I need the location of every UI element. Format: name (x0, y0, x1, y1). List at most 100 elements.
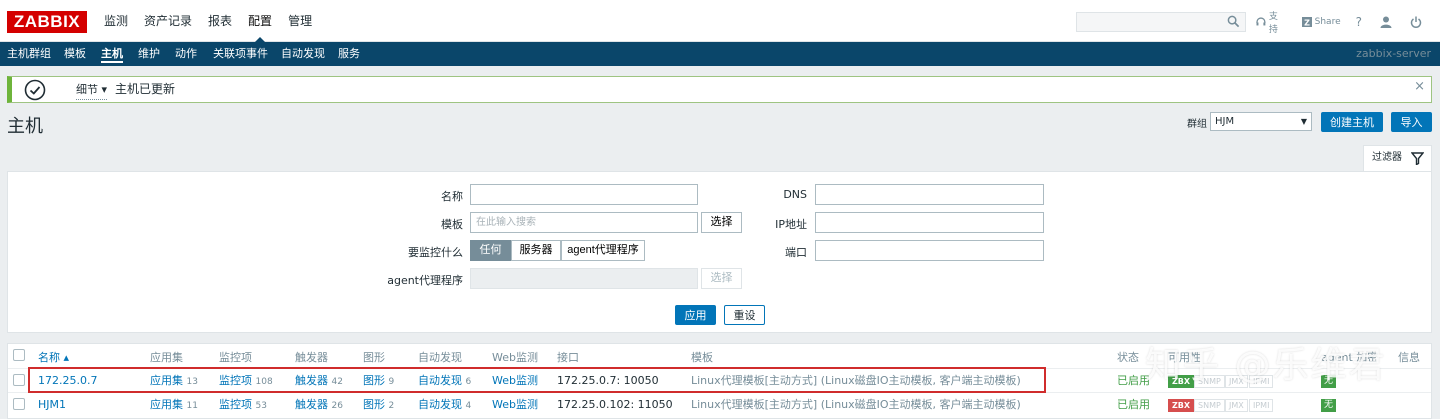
header-status: 状态 (1117, 351, 1139, 364)
header-items: 监控项 (219, 351, 252, 364)
ip-field[interactable] (815, 212, 1044, 233)
close-icon[interactable]: × (1414, 77, 1425, 97)
create-host-button[interactable]: 创建主机 (1321, 112, 1383, 132)
proxy-label: agent代理程序 (387, 274, 463, 287)
header-discovery: 自动发现 (418, 351, 462, 364)
zbx-availability-badge: ZBX (1168, 399, 1195, 412)
template-label: 模板 (441, 218, 463, 231)
menu-monitoring[interactable]: 监测 (96, 0, 136, 42)
watermark: 知乎 @乐维君 (1145, 345, 1387, 386)
monitored-by-proxy[interactable]: agent代理程序 (561, 240, 645, 261)
web-link[interactable]: Web监测 (492, 393, 538, 416)
apply-button[interactable]: 应用 (675, 305, 716, 325)
power-icon[interactable] (1410, 16, 1422, 28)
submenu-hosts[interactable]: 主机 (101, 42, 123, 66)
header-graphs: 图形 (363, 351, 385, 364)
menu-inventory[interactable]: 资产记录 (136, 0, 200, 42)
port-label: 端口 (785, 246, 807, 259)
help-icon[interactable]: ? (1356, 15, 1362, 29)
items-count: 53 (255, 401, 267, 411)
select-all-checkbox[interactable] (13, 349, 25, 361)
main-menu: 监测 资产记录 报表 配置 管理 (96, 0, 320, 43)
discovery-link[interactable]: 自动发现 (418, 398, 462, 411)
row-checkbox[interactable] (13, 398, 25, 410)
submenu-correlation[interactable]: 关联项事件 (213, 42, 268, 66)
group-select[interactable]: HJM ▼ (1210, 112, 1312, 131)
top-bar: ZABBIX 监测 资产记录 报表 配置 管理 支持 Z Share ? (0, 0, 1440, 43)
filter-tab[interactable]: 过滤器 (1363, 145, 1432, 171)
sub-menu: 主机群组 模板 主机 维护 动作 关联项事件 自动发现 服务 zabbix-se… (0, 42, 1440, 66)
row-checkbox[interactable] (13, 374, 25, 386)
details-toggle[interactable]: 细节 ▾ (76, 80, 108, 100)
jmx-availability-badge: JMX (1225, 399, 1248, 412)
name-field[interactable] (470, 184, 698, 205)
submenu-templates[interactable]: 模板 (64, 42, 86, 66)
applications-count: 11 (186, 401, 198, 411)
header-name[interactable]: 名称 ▴ (38, 349, 69, 365)
support-label: 支持 (1268, 12, 1278, 35)
filter-tab-label: 过滤器 (1372, 152, 1402, 163)
triggers-count: 26 (331, 401, 343, 411)
host-name-link[interactable]: HJM1 (38, 393, 66, 416)
svg-text:Z: Z (1304, 19, 1310, 28)
filter-panel: 名称 模板 在此输入搜索 选择 要监控什么 任何 服务器 agent代理程序 a… (7, 171, 1432, 333)
success-message: 细节 ▾ 主机已更新 × (7, 76, 1432, 103)
proxy-select-button: 选择 (701, 268, 742, 289)
items-link[interactable]: 监控项 (219, 398, 252, 411)
header-interface: 接口 (557, 351, 579, 364)
triggers-link[interactable]: 触发器 (295, 398, 328, 411)
ip-label: IP地址 (775, 218, 807, 231)
monitored-by-label: 要监控什么 (408, 246, 463, 259)
monitored-by-server[interactable]: 服务器 (511, 240, 561, 261)
discovery-count: 4 (465, 401, 472, 411)
search-icon[interactable] (1227, 15, 1240, 28)
table-row: HJM1 应用集 11 监控项 53 触发器 26 图形 2 自动发现 4 We… (8, 392, 1431, 416)
interface-value: 172.25.0.102: 11050 (557, 398, 673, 411)
reset-button[interactable]: 重设 (724, 305, 765, 325)
menu-reports[interactable]: 报表 (200, 0, 240, 42)
check-circle-icon (24, 79, 46, 101)
filter-icon (1411, 152, 1424, 165)
page-title: 主机 (7, 116, 43, 137)
header-triggers: 触发器 (295, 351, 328, 364)
menu-administration[interactable]: 管理 (280, 0, 320, 42)
submenu-actions[interactable]: 动作 (175, 42, 197, 66)
graphs-link[interactable]: 图形 (363, 398, 385, 411)
templates-value[interactable]: Linux代理模板[主动方式] (Linux磁盘IO主动模板, 客户端主动模板) (691, 393, 1021, 416)
group-select-value: HJM (1215, 116, 1235, 127)
snmp-availability-badge: SNMP (1194, 399, 1225, 412)
user-icon[interactable] (1380, 16, 1392, 28)
menu-configuration[interactable]: 配置 (240, 0, 280, 43)
group-label: 群组 (1187, 119, 1207, 130)
header-templates: 模板 (691, 351, 713, 364)
support-link[interactable]: 支持 (1256, 9, 1287, 35)
proxy-field (470, 268, 698, 289)
import-button[interactable]: 导入 (1391, 112, 1432, 132)
port-field[interactable] (815, 240, 1044, 261)
highlight-box (28, 367, 1046, 393)
header-tools: 支持 Z Share ? (1256, 9, 1440, 35)
encryption-badge: 无 (1321, 399, 1337, 412)
applications-link[interactable]: 应用集 (150, 398, 183, 411)
monitored-by-any[interactable]: 任何 (470, 240, 511, 261)
dns-label: DNS (783, 188, 807, 201)
template-search-input[interactable]: 在此输入搜索 (470, 212, 698, 233)
submenu-host-groups[interactable]: 主机群组 (7, 42, 51, 66)
share-label: Share (1314, 17, 1341, 27)
share-icon: Z (1301, 17, 1312, 28)
status-link[interactable]: 已启用 (1117, 393, 1150, 416)
header-applications: 应用集 (150, 351, 183, 364)
chevron-down-icon: ▼ (1300, 117, 1307, 126)
ipmi-availability-badge: IPMI (1249, 399, 1274, 412)
share-link[interactable]: Z Share (1301, 17, 1341, 28)
header-web: Web监测 (492, 351, 538, 364)
submenu-maintenance[interactable]: 维护 (138, 42, 160, 66)
dns-field[interactable] (815, 184, 1044, 205)
submenu-services[interactable]: 服务 (338, 42, 360, 66)
submenu-discovery[interactable]: 自动发现 (281, 42, 325, 66)
server-name: zabbix-server (1356, 47, 1431, 60)
name-label: 名称 (441, 190, 463, 203)
message-text: 主机已更新 (115, 82, 176, 96)
search-input[interactable] (1076, 12, 1246, 32)
zabbix-logo[interactable]: ZABBIX (7, 11, 87, 33)
